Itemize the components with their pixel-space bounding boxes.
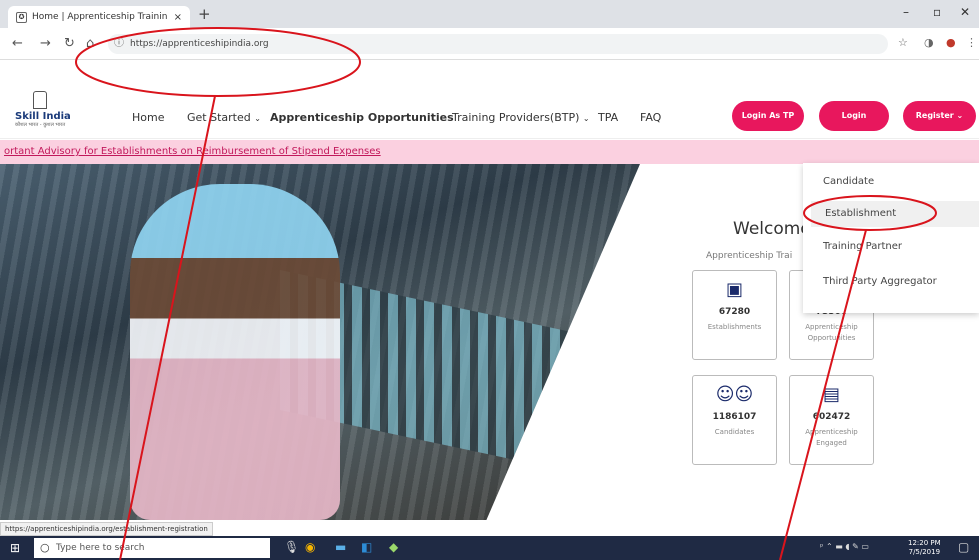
file-explorer-icon[interactable]: ▬ (335, 540, 346, 554)
browser-tab[interactable]: ✪ Home | Apprenticeship Training × (8, 6, 190, 28)
search-placeholder: Type here to search (56, 543, 145, 553)
taskbar-search[interactable]: ○ Type here to search (34, 538, 270, 558)
emblem-icon (33, 91, 47, 109)
nav-get-started-label: Get Started (187, 111, 251, 124)
welcome-heading: Welcome (733, 219, 811, 239)
menu-item-training-partner[interactable]: Training Partner (823, 241, 902, 252)
menu-item-establishment[interactable]: Establishment (811, 201, 979, 227)
login-button[interactable]: Login (819, 101, 889, 131)
building-icon: ▣ (725, 279, 743, 300)
chevron-down-icon: ⌄ (254, 114, 261, 123)
cortana-icon: ○ (40, 541, 50, 554)
stat-label: Apprenticeship Engaged (805, 428, 858, 447)
nav-home[interactable]: Home (132, 111, 164, 124)
star-icon[interactable]: ☆ (898, 36, 908, 49)
logo-tagline: कौशल भारत - कुशल भारत (15, 122, 66, 128)
worker-figure (130, 184, 340, 520)
browser-menu-icon[interactable]: ⋮ (966, 36, 977, 49)
url-text: https://apprenticeshipindia.org (130, 39, 269, 49)
stat-card-engaged[interactable]: ▤ 602472 Apprenticeship Engaged (789, 375, 874, 465)
nav-training-providers-label: Training Providers(BTP) (452, 111, 580, 124)
login-as-tp-button[interactable]: Login As TP (732, 101, 804, 131)
forward-icon[interactable]: → (40, 36, 51, 51)
link-status-bar: https://apprenticeshipindia.org/establis… (0, 522, 213, 536)
chevron-down-icon: ⌄ (582, 114, 590, 123)
clock-date: 7/5/2019 (908, 548, 941, 556)
stat-number: 67280 (718, 307, 751, 317)
app-icon[interactable]: ◆ (389, 540, 398, 554)
outlook-icon[interactable]: ◧ (361, 540, 372, 554)
register-dropdown: Candidate Establishment Training Partner… (803, 163, 979, 313)
stat-label: Candidates (714, 428, 755, 436)
menu-item-candidate[interactable]: Candidate (823, 176, 874, 187)
welcome-subtitle: Apprenticeship Trai (706, 251, 793, 261)
tab-title: Home | Apprenticeship Training (32, 12, 168, 22)
close-tab-icon[interactable]: × (174, 12, 182, 23)
notifications-icon[interactable]: ▢ (958, 540, 969, 554)
chevron-down-icon: ⌄ (956, 111, 964, 120)
nav-tpa[interactable]: TPA (598, 111, 618, 124)
taskbar-clock[interactable]: 12:20 PM 7/5/2019 (908, 539, 941, 557)
stat-label: Apprenticeship Opportunities (805, 323, 858, 342)
menu-item-third-party-aggregator[interactable]: Third Party Aggregator (823, 276, 937, 287)
profile-icon[interactable]: ● (946, 36, 956, 49)
favicon-icon: ✪ (16, 11, 27, 23)
briefcase-icon: ▤ (822, 384, 840, 405)
stat-card-candidates[interactable]: ☺☺ 1186107 Candidates (692, 375, 777, 465)
back-icon[interactable]: ← (12, 36, 23, 51)
stat-card-establishments[interactable]: ▣ 67280 Establishments (692, 270, 777, 360)
chrome-icon[interactable]: ◉ (305, 540, 315, 554)
skill-india-logo[interactable]: Skill India कौशल भारत - कुशल भारत (15, 91, 75, 128)
nav-get-started[interactable]: Get Started ⌄ (187, 111, 261, 124)
info-icon[interactable]: ⓘ (114, 34, 124, 54)
browser-tab-bar: ✪ Home | Apprenticeship Training × + – ▫… (0, 0, 979, 28)
windows-start-icon[interactable]: ⊞ (10, 541, 20, 555)
register-button[interactable]: Register ⌄ (903, 101, 976, 131)
address-bar-row: ← → ↻ ⌂ ⓘ https://apprenticeshipindia.or… (0, 28, 979, 60)
home-icon[interactable]: ⌂ (86, 36, 94, 51)
mic-icon[interactable]: 🎙 (284, 540, 299, 554)
stat-number: 1186107 (712, 412, 757, 422)
reload-icon[interactable]: ↻ (64, 36, 75, 51)
extension-icon[interactable]: ◑ (924, 36, 934, 49)
minimize-icon[interactable]: – (903, 5, 909, 19)
register-label: Register (915, 111, 954, 120)
new-tab-button[interactable]: + (198, 5, 211, 23)
clock-time: 12:20 PM (908, 539, 941, 547)
url-field[interactable]: ⓘ https://apprenticeshipindia.org (108, 34, 888, 54)
nav-faq[interactable]: FAQ (640, 111, 661, 124)
taskbar: ⊞ ○ Type here to search 🎙 ◉ ▬ ◧ ◆ ᵖ ⌃ ▬ … (0, 536, 979, 560)
nav-apprenticeship-opportunities[interactable]: Apprenticeship Opportunities (270, 111, 454, 124)
advisory-ticker[interactable]: ortant Advisory for Establishments on Re… (0, 140, 979, 164)
system-tray-icons[interactable]: ᵖ ⌃ ▬ ◖ ✎ ▭ (820, 542, 869, 551)
nav-training-providers[interactable]: Training Providers(BTP) ⌄ (452, 111, 590, 124)
maximize-icon[interactable]: ▫ (933, 5, 941, 19)
logo-name: Skill India (15, 111, 71, 122)
stat-number: 602472 (812, 412, 851, 422)
stat-label: Establishments (707, 323, 762, 331)
hero-photo (0, 164, 640, 520)
users-icon: ☺☺ (715, 384, 754, 405)
site-header: Skill India कौशल भारत - कुशल भारत Home G… (0, 61, 979, 139)
close-window-icon[interactable]: ✕ (960, 5, 970, 19)
